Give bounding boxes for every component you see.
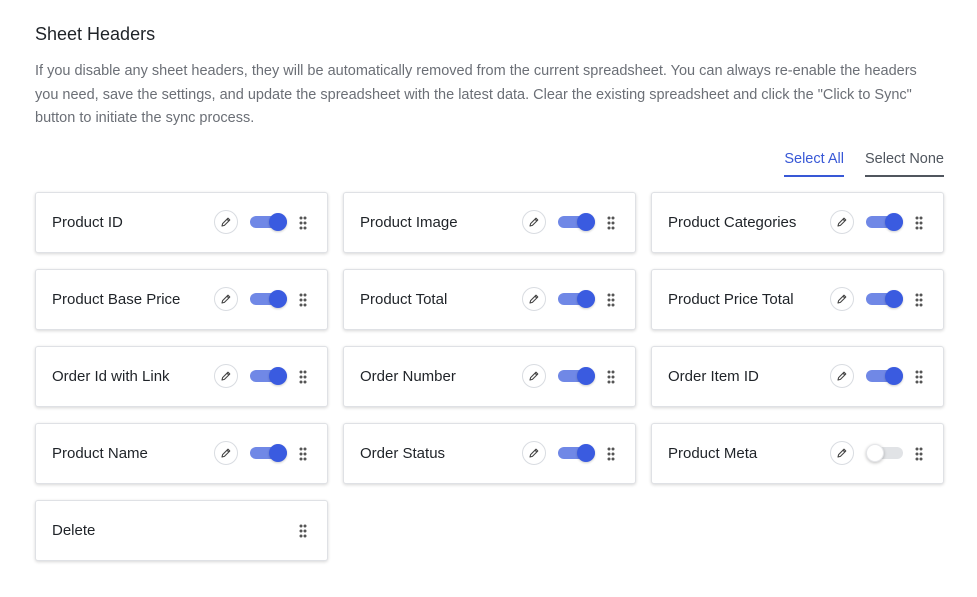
header-card[interactable]: Delete bbox=[35, 500, 328, 561]
drag-handle-icon[interactable] bbox=[607, 370, 615, 384]
edit-header-button[interactable] bbox=[214, 287, 238, 311]
drag-handle-icon[interactable] bbox=[299, 447, 307, 461]
toggle-knob bbox=[577, 444, 595, 462]
edit-header-button[interactable] bbox=[214, 210, 238, 234]
toggle-knob bbox=[269, 444, 287, 462]
header-enable-toggle[interactable] bbox=[250, 367, 287, 385]
pencil-icon bbox=[836, 370, 848, 382]
drag-handle-icon[interactable] bbox=[915, 370, 923, 384]
header-card-label: Product Image bbox=[360, 214, 458, 231]
toggle-knob bbox=[577, 213, 595, 231]
header-card[interactable]: Product Price Total bbox=[651, 269, 944, 330]
toggle-knob bbox=[269, 213, 287, 231]
header-enable-toggle[interactable] bbox=[866, 290, 903, 308]
edit-header-button[interactable] bbox=[830, 287, 854, 311]
edit-header-button[interactable] bbox=[830, 210, 854, 234]
pencil-icon bbox=[836, 447, 848, 459]
header-card-label: Product ID bbox=[52, 214, 123, 231]
toggle-knob bbox=[577, 290, 595, 308]
drag-handle-icon[interactable] bbox=[299, 370, 307, 384]
drag-handle-icon[interactable] bbox=[607, 447, 615, 461]
edit-header-button[interactable] bbox=[214, 364, 238, 388]
drag-handle-icon[interactable] bbox=[299, 524, 307, 538]
header-enable-toggle[interactable] bbox=[558, 367, 595, 385]
header-card[interactable]: Product Total bbox=[343, 269, 636, 330]
header-card-label: Product Categories bbox=[668, 214, 797, 231]
header-card-label: Order Number bbox=[360, 368, 456, 385]
drag-handle-icon[interactable] bbox=[915, 216, 923, 230]
pencil-icon bbox=[220, 216, 232, 228]
sheet-headers-settings: Sheet Headers If you disable any sheet h… bbox=[0, 0, 977, 597]
drag-handle-icon[interactable] bbox=[299, 216, 307, 230]
header-enable-toggle[interactable] bbox=[250, 444, 287, 462]
edit-header-button[interactable] bbox=[522, 210, 546, 234]
toggle-knob bbox=[885, 213, 903, 231]
header-enable-toggle[interactable] bbox=[866, 367, 903, 385]
edit-header-button[interactable] bbox=[830, 441, 854, 465]
header-card-label: Order Item ID bbox=[668, 368, 759, 385]
header-card-label: Product Base Price bbox=[52, 291, 181, 308]
pencil-icon bbox=[836, 293, 848, 305]
pencil-icon bbox=[528, 447, 540, 459]
header-card-label: Product Total bbox=[360, 291, 448, 308]
header-enable-toggle[interactable] bbox=[558, 290, 595, 308]
select-all-link[interactable]: Select All bbox=[784, 149, 844, 177]
select-none-link[interactable]: Select None bbox=[865, 149, 944, 177]
drag-handle-icon[interactable] bbox=[299, 293, 307, 307]
pencil-icon bbox=[220, 370, 232, 382]
header-card-label: Product Price Total bbox=[668, 291, 794, 308]
toggle-knob bbox=[577, 367, 595, 385]
pencil-icon bbox=[528, 293, 540, 305]
drag-handle-icon[interactable] bbox=[607, 293, 615, 307]
edit-header-button[interactable] bbox=[522, 287, 546, 311]
header-card-label: Delete bbox=[52, 522, 96, 539]
header-card[interactable]: Order Item ID bbox=[651, 346, 944, 407]
edit-header-button[interactable] bbox=[522, 364, 546, 388]
header-card[interactable]: Order Id with Link bbox=[35, 346, 328, 407]
header-card[interactable]: Order Status bbox=[343, 423, 636, 484]
header-enable-toggle[interactable] bbox=[250, 290, 287, 308]
header-card-label: Order Status bbox=[360, 445, 446, 462]
drag-handle-icon[interactable] bbox=[607, 216, 615, 230]
header-card-grid: Product ID Product Image Product Categorie… bbox=[35, 192, 944, 561]
header-card-label: Product Name bbox=[52, 445, 148, 462]
header-card[interactable]: Product Meta bbox=[651, 423, 944, 484]
header-card[interactable]: Product Base Price bbox=[35, 269, 328, 330]
pencil-icon bbox=[220, 293, 232, 305]
header-enable-toggle[interactable] bbox=[866, 213, 903, 231]
drag-handle-icon[interactable] bbox=[915, 293, 923, 307]
edit-header-button[interactable] bbox=[214, 441, 238, 465]
edit-header-button[interactable] bbox=[830, 364, 854, 388]
toggle-knob bbox=[269, 290, 287, 308]
section-title: Sheet Headers bbox=[35, 24, 156, 44]
toggle-knob bbox=[885, 367, 903, 385]
header-enable-toggle[interactable] bbox=[866, 444, 903, 462]
header-enable-toggle[interactable] bbox=[558, 444, 595, 462]
toggle-knob bbox=[866, 444, 884, 462]
pencil-icon bbox=[528, 370, 540, 382]
drag-handle-icon[interactable] bbox=[915, 447, 923, 461]
header-card[interactable]: Product ID bbox=[35, 192, 328, 253]
toggle-knob bbox=[269, 367, 287, 385]
header-card-label: Order Id with Link bbox=[52, 368, 170, 385]
selection-controls: Select All Select None bbox=[784, 149, 944, 177]
header-card[interactable]: Product Categories bbox=[651, 192, 944, 253]
header-enable-toggle[interactable] bbox=[558, 213, 595, 231]
section-description: If you disable any sheet headers, they w… bbox=[35, 63, 917, 126]
header-card[interactable]: Order Number bbox=[343, 346, 636, 407]
edit-header-button[interactable] bbox=[522, 441, 546, 465]
pencil-icon bbox=[528, 216, 540, 228]
header-card[interactable]: Product Name bbox=[35, 423, 328, 484]
toggle-knob bbox=[885, 290, 903, 308]
header-card[interactable]: Product Image bbox=[343, 192, 636, 253]
header-enable-toggle[interactable] bbox=[250, 213, 287, 231]
pencil-icon bbox=[836, 216, 848, 228]
pencil-icon bbox=[220, 447, 232, 459]
header-card-label: Product Meta bbox=[668, 445, 758, 462]
